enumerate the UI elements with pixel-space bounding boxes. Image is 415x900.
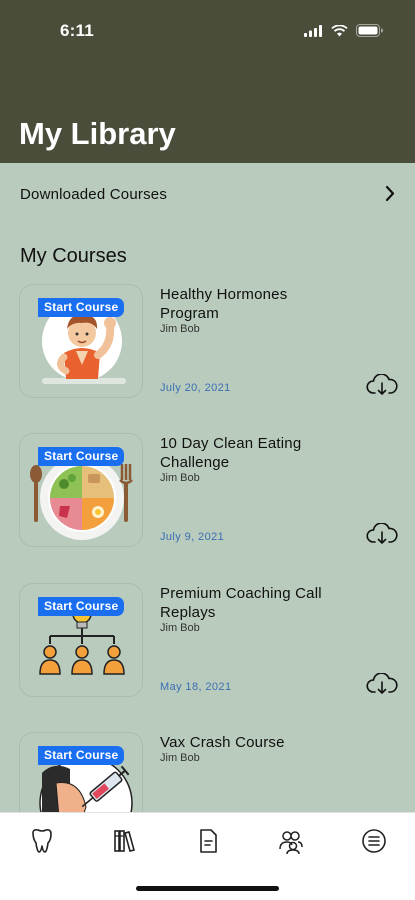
course-author: Jim Bob (160, 323, 200, 335)
menu-list-icon[interactable] (360, 827, 388, 855)
page-title: My Library (19, 116, 176, 151)
course-date: July 9, 2021 (160, 531, 225, 543)
course-thumbnail[interactable]: Start Course (19, 284, 143, 398)
course-card[interactable]: Start Course Premium Coaching Call Repla… (0, 583, 415, 713)
course-thumbnail[interactable]: Start Course (19, 433, 143, 547)
header-bar: 6:11 My Library (0, 0, 415, 163)
start-course-badge[interactable]: Start Course (38, 746, 125, 765)
status-icons (304, 24, 383, 37)
tooth-icon[interactable] (28, 827, 56, 855)
course-title[interactable]: Vax Crash Course (160, 733, 350, 752)
battery-icon (356, 24, 383, 37)
status-time: 6:11 (60, 21, 94, 40)
course-title[interactable]: 10 Day Clean Eating Challenge (160, 434, 350, 472)
course-title[interactable]: Premium Coaching Call Replays (160, 584, 350, 622)
downloaded-courses-row[interactable]: Downloaded Courses (0, 163, 415, 225)
course-title[interactable]: Healthy Hormones Program (160, 285, 350, 323)
community-icon[interactable] (277, 827, 305, 855)
cloud-download-icon[interactable] (366, 673, 398, 695)
cloud-download-icon[interactable] (366, 523, 398, 545)
course-card[interactable]: Start Course Healthy Hormones Program Ji… (0, 284, 415, 414)
course-author: Jim Bob (160, 622, 200, 634)
cloud-download-icon[interactable] (366, 374, 398, 396)
course-author: Jim Bob (160, 472, 200, 484)
downloaded-courses-label: Downloaded Courses (20, 185, 168, 203)
library-books-icon[interactable] (111, 827, 139, 855)
signal-icon (304, 24, 322, 37)
course-author: Jim Bob (160, 752, 200, 764)
start-course-badge[interactable]: Start Course (38, 447, 125, 466)
start-course-badge[interactable]: Start Course (38, 597, 125, 616)
home-indicator (136, 886, 279, 891)
chevron-right-icon (385, 185, 395, 202)
start-course-badge[interactable]: Start Course (38, 298, 125, 317)
course-date: May 18, 2021 (160, 681, 232, 693)
course-card[interactable]: Start Course 10 Day Clean Eating Challen… (0, 433, 415, 563)
section-title: My Courses (20, 245, 127, 267)
wifi-icon (331, 24, 348, 36)
document-icon[interactable] (194, 827, 222, 855)
course-thumbnail[interactable]: Start Course (19, 583, 143, 697)
course-date: July 20, 2021 (160, 382, 231, 394)
